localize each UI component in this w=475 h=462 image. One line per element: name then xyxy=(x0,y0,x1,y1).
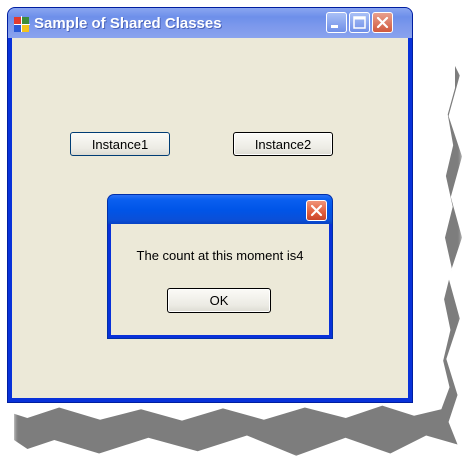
instance2-button[interactable]: Instance2 xyxy=(233,132,333,156)
minimize-button[interactable] xyxy=(326,12,347,33)
message-box: The count at this moment is4 OK xyxy=(108,195,332,338)
maximize-icon xyxy=(353,16,366,29)
message-text: The count at this moment is4 xyxy=(136,248,304,263)
close-icon xyxy=(376,16,389,29)
message-box-client-area: The count at this moment is4 OK xyxy=(111,224,329,335)
title-bar[interactable]: Sample of Shared Classes xyxy=(8,8,412,38)
close-icon xyxy=(310,204,323,217)
instance1-button[interactable]: Instance1 xyxy=(70,132,170,156)
message-box-close-button[interactable] xyxy=(306,200,327,221)
close-button[interactable] xyxy=(372,12,393,33)
message-box-title-bar[interactable] xyxy=(108,195,332,224)
maximize-button[interactable] xyxy=(349,12,370,33)
minimize-icon xyxy=(331,25,338,28)
window-title: Sample of Shared Classes xyxy=(34,15,222,32)
app-icon xyxy=(14,16,30,32)
ok-button[interactable]: OK xyxy=(167,288,271,313)
